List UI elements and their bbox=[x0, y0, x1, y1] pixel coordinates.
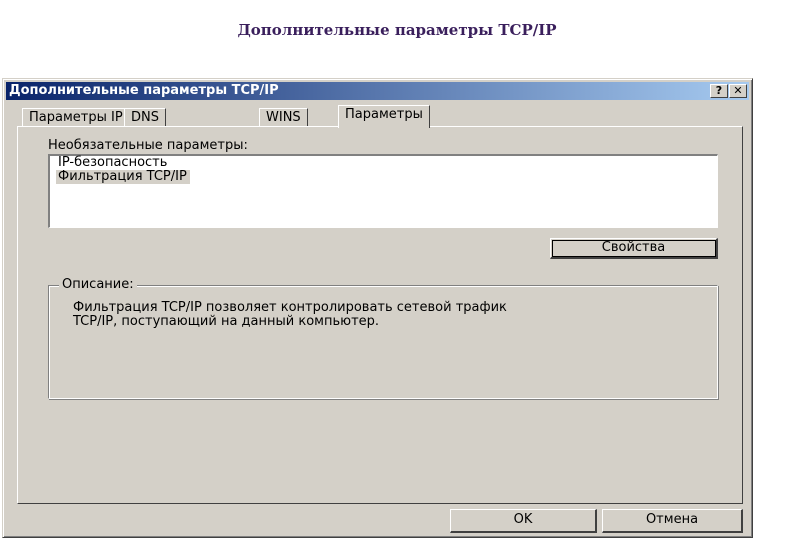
options-tab-panel: Необязательные параметры: IP-безопасност… bbox=[17, 126, 743, 504]
tab-options[interactable]: Параметры bbox=[338, 105, 430, 128]
cancel-button[interactable]: Отмена bbox=[602, 509, 743, 533]
tab-dns[interactable]: DNS bbox=[124, 108, 166, 127]
title-bar[interactable]: Дополнительные параметры TCP/IP ? ✕ bbox=[6, 82, 749, 100]
description-title: Описание: bbox=[59, 277, 137, 292]
list-item-tcpip-filtering[interactable]: Фильтрация TCP/IP bbox=[56, 170, 190, 184]
page-caption: Дополнительные параметры TCP/IP bbox=[237, 21, 557, 39]
window-title: Дополнительные параметры TCP/IP bbox=[9, 83, 279, 98]
tab-wins[interactable]: WINS bbox=[259, 108, 308, 127]
tcpip-advanced-dialog: Дополнительные параметры TCP/IP ? ✕ Пара… bbox=[2, 78, 753, 538]
close-icon: ✕ bbox=[733, 84, 743, 97]
optional-settings-list[interactable]: IP-безопасность Фильтрация TCP/IP bbox=[48, 154, 718, 228]
list-item-ip-security[interactable]: IP-безопасность bbox=[56, 156, 170, 170]
description-text: Фильтрация TCP/IP позволяет контролирова… bbox=[73, 300, 507, 329]
help-button[interactable]: ? bbox=[710, 84, 728, 98]
ok-button[interactable]: OK bbox=[450, 509, 597, 533]
close-button[interactable]: ✕ bbox=[729, 84, 747, 98]
optional-settings-label: Необязательные параметры: bbox=[48, 138, 248, 153]
tab-ip-settings[interactable]: Параметры IP bbox=[22, 108, 130, 127]
description-group: Описание: Фильтрация TCP/IP позволяет ко… bbox=[48, 277, 718, 399]
properties-button[interactable]: Свойства bbox=[550, 238, 718, 259]
